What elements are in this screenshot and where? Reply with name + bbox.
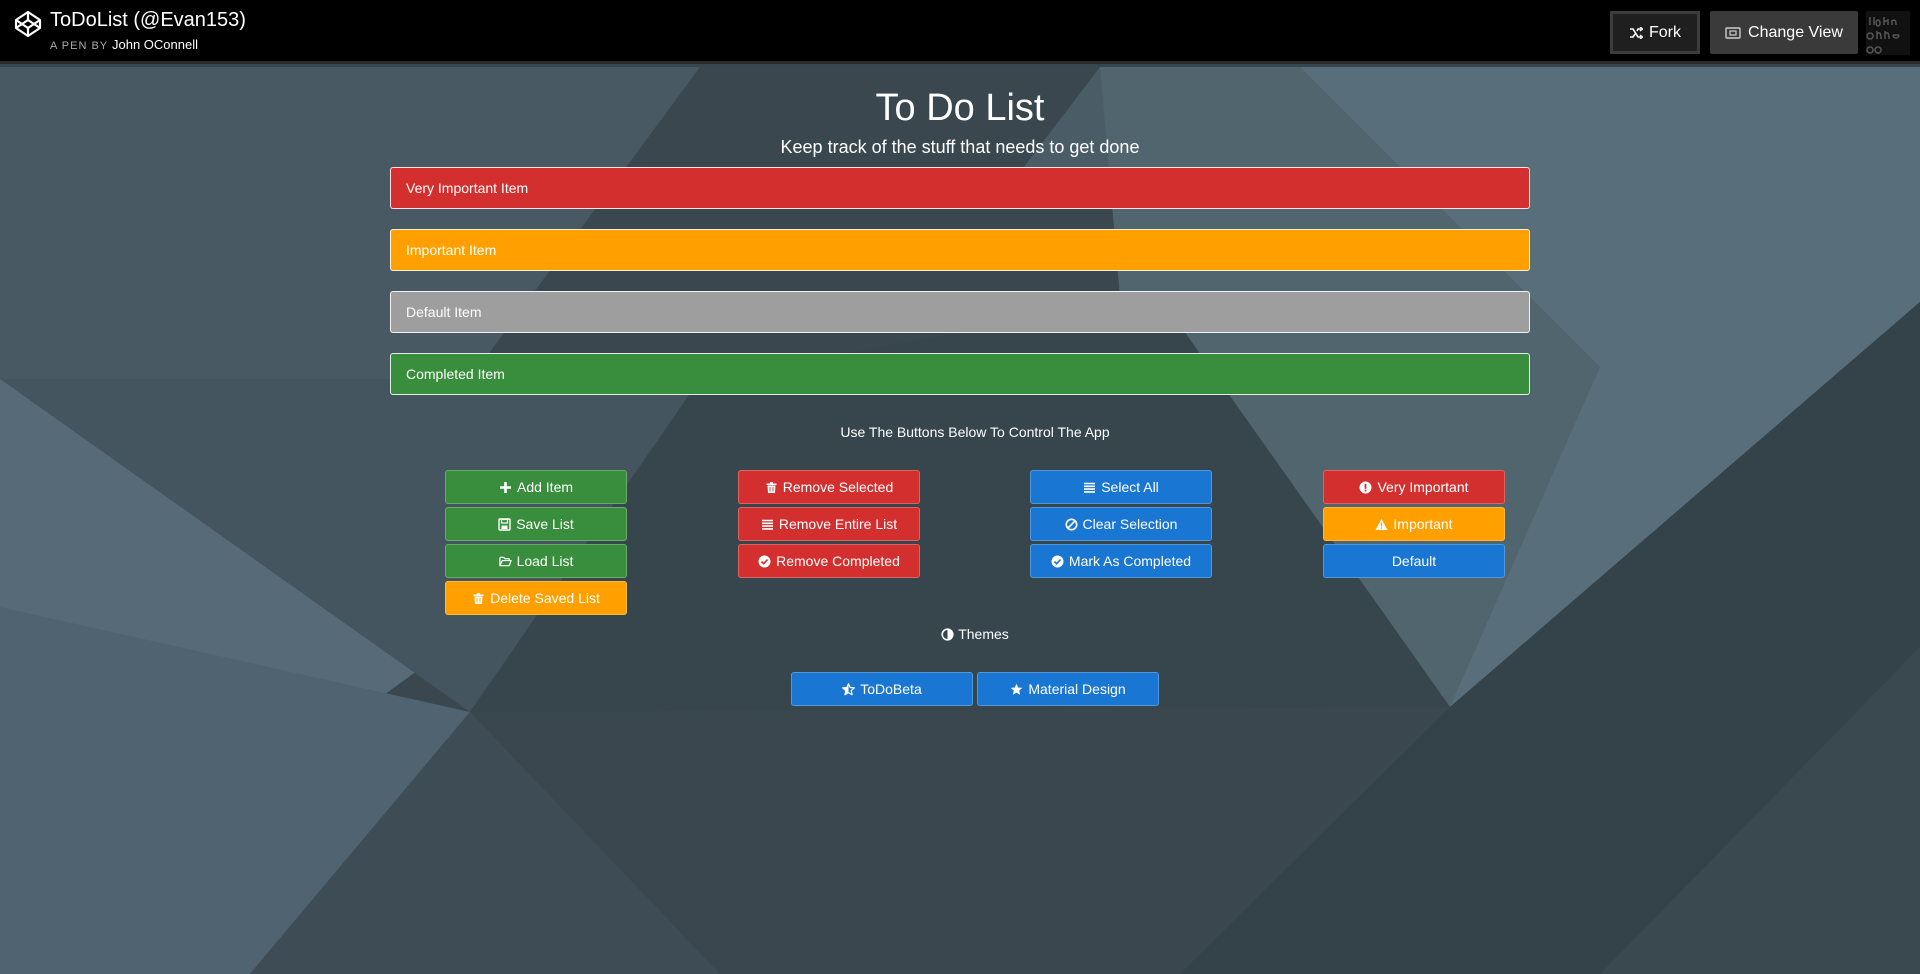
- very-important-label: Very Important: [1377, 479, 1469, 495]
- list-item-label: Important Item: [406, 242, 497, 258]
- codepen-header: ToDoList (@Evan153) A PEN BY John OConne…: [0, 0, 1920, 64]
- delete-saved-list-label: Delete Saved List: [490, 590, 600, 606]
- select-all-label: Select All: [1101, 479, 1159, 495]
- remove-selected-button[interactable]: Remove Selected: [738, 470, 920, 504]
- remove-entire-list-label: Remove Entire List: [778, 516, 898, 532]
- save-icon: [498, 517, 511, 531]
- star-half-icon: [842, 682, 856, 695]
- avatar-image: [1866, 11, 1910, 55]
- exclamation-circle-icon: [1359, 481, 1372, 493]
- remove-selected-label: Remove Selected: [782, 479, 894, 495]
- check-circle-icon: [758, 555, 771, 567]
- trash-icon: [473, 592, 484, 604]
- fork-button[interactable]: Fork: [1610, 11, 1700, 54]
- author-link[interactable]: John OConnell: [112, 37, 198, 52]
- remove-completed-label: Remove Completed: [776, 553, 900, 569]
- clear-selection-button[interactable]: Clear Selection: [1030, 507, 1212, 541]
- list-item-label: Very Important Item: [406, 180, 529, 196]
- change-view-button[interactable]: Change View: [1710, 11, 1858, 54]
- avatar[interactable]: [1866, 11, 1910, 55]
- default-button[interactable]: Default: [1323, 544, 1505, 578]
- mark-as-completed-label: Mark As Completed: [1068, 553, 1192, 569]
- select-all-button[interactable]: Select All: [1030, 470, 1212, 504]
- load-list-label: Load List: [516, 553, 574, 569]
- plus-icon: [499, 481, 511, 493]
- pen-author-line: A PEN BY John OConnell: [50, 37, 198, 52]
- important-label: Important: [1393, 516, 1453, 532]
- by-label: A PEN BY: [50, 40, 108, 52]
- list-item-completed[interactable]: Completed Item: [390, 353, 1530, 395]
- adjust-icon: [941, 627, 954, 641]
- remove-completed-button[interactable]: Remove Completed: [738, 544, 920, 578]
- page-subtitle: Keep track of the stuff that needs to ge…: [780, 137, 1140, 157]
- fork-label: Fork: [1649, 23, 1681, 41]
- list-icon: [1084, 482, 1096, 493]
- important-button[interactable]: Important: [1323, 507, 1505, 541]
- save-list-label: Save List: [516, 516, 574, 532]
- star-icon: [1011, 683, 1023, 695]
- mark-as-completed-button[interactable]: Mark As Completed: [1030, 544, 1212, 578]
- todo-app: To Do List Keep track of the stuff that …: [0, 67, 1920, 974]
- load-list-button[interactable]: Load List: [445, 544, 627, 578]
- delete-saved-list-button[interactable]: Delete Saved List: [445, 581, 627, 615]
- themes-label: Themes: [958, 626, 1009, 642]
- list-item-very-important[interactable]: Very Important Item: [390, 167, 1530, 209]
- clear-selection-label: Clear Selection: [1082, 516, 1178, 532]
- remove-entire-list-button[interactable]: Remove Entire List: [738, 507, 920, 541]
- change-view-icon: [1725, 26, 1741, 39]
- trash-icon: [766, 481, 777, 493]
- default-label: Default: [1391, 553, 1437, 569]
- warning-icon: [1375, 518, 1388, 530]
- codepen-logo-icon[interactable]: [14, 10, 42, 38]
- list-item-label: Default Item: [406, 304, 482, 320]
- add-item-label: Add Item: [516, 479, 574, 495]
- pen-title: ToDoList (@Evan153): [50, 9, 246, 31]
- list-item-label: Completed Item: [406, 366, 505, 382]
- page-title: To Do List: [875, 87, 1045, 129]
- theme-material-design-button[interactable]: Material Design: [977, 672, 1159, 706]
- list-item-default[interactable]: Default Item: [390, 291, 1530, 333]
- themes-heading: Themes: [0, 626, 1920, 642]
- change-view-label: Change View: [1748, 23, 1843, 41]
- theme-todobeta-label: ToDoBeta: [860, 681, 922, 697]
- add-item-button[interactable]: Add Item: [445, 470, 627, 504]
- theme-todobeta-button[interactable]: ToDoBeta: [791, 672, 973, 706]
- fork-icon: [1630, 26, 1643, 39]
- folder-open-icon: [498, 556, 512, 566]
- list-item-important[interactable]: Important Item: [390, 229, 1530, 271]
- list-icon: [761, 519, 773, 530]
- check-circle-icon: [1051, 555, 1064, 567]
- save-list-button[interactable]: Save List: [445, 507, 627, 541]
- very-important-button[interactable]: Very Important: [1323, 470, 1505, 504]
- ban-icon: [1065, 518, 1078, 530]
- instructions-text: Use The Buttons Below To Control The App: [840, 424, 1110, 440]
- theme-material-design-label: Material Design: [1028, 681, 1126, 697]
